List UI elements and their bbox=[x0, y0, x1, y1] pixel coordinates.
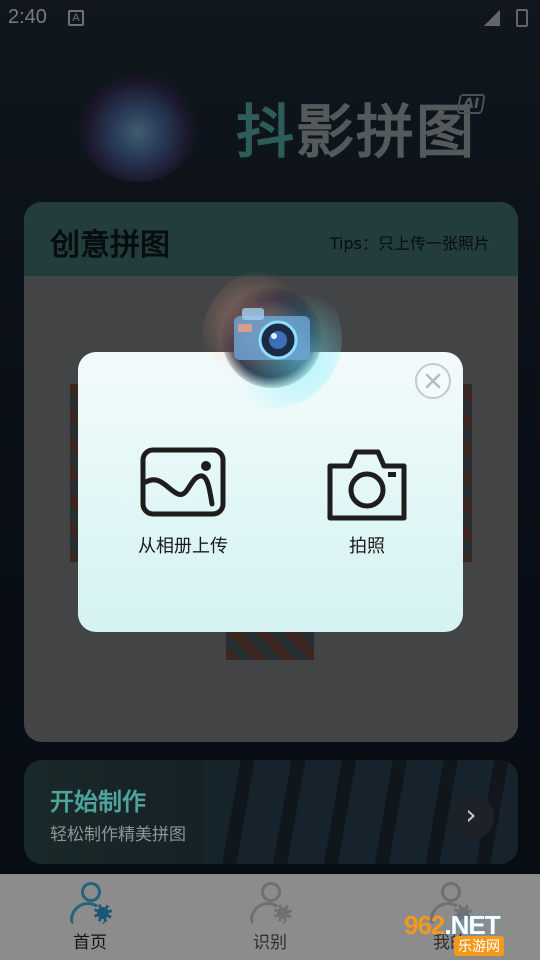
site-watermark: 962.NET 乐游网 bbox=[404, 910, 534, 956]
take-photo-button[interactable]: 拍照 bbox=[292, 440, 442, 560]
upload-from-album-label: 从相册上传 bbox=[138, 536, 228, 557]
chevron-right-icon[interactable]: › bbox=[448, 794, 494, 840]
camera-icon bbox=[327, 449, 407, 521]
take-photo-label: 拍照 bbox=[349, 536, 385, 557]
camera-illustration-icon bbox=[234, 308, 310, 360]
watermark-number: 962 bbox=[404, 910, 445, 940]
start-subtitle: 轻松制作精美拼图 bbox=[50, 825, 186, 845]
watermark-site-name: 乐游网 bbox=[454, 936, 504, 956]
start-title: 开始制作 bbox=[50, 788, 146, 816]
dialog-camera-avatar bbox=[202, 268, 342, 408]
gallery-icon bbox=[140, 447, 226, 517]
upload-from-album-button[interactable]: 从相册上传 bbox=[108, 440, 258, 560]
close-button[interactable] bbox=[415, 363, 451, 399]
close-icon bbox=[425, 373, 441, 389]
